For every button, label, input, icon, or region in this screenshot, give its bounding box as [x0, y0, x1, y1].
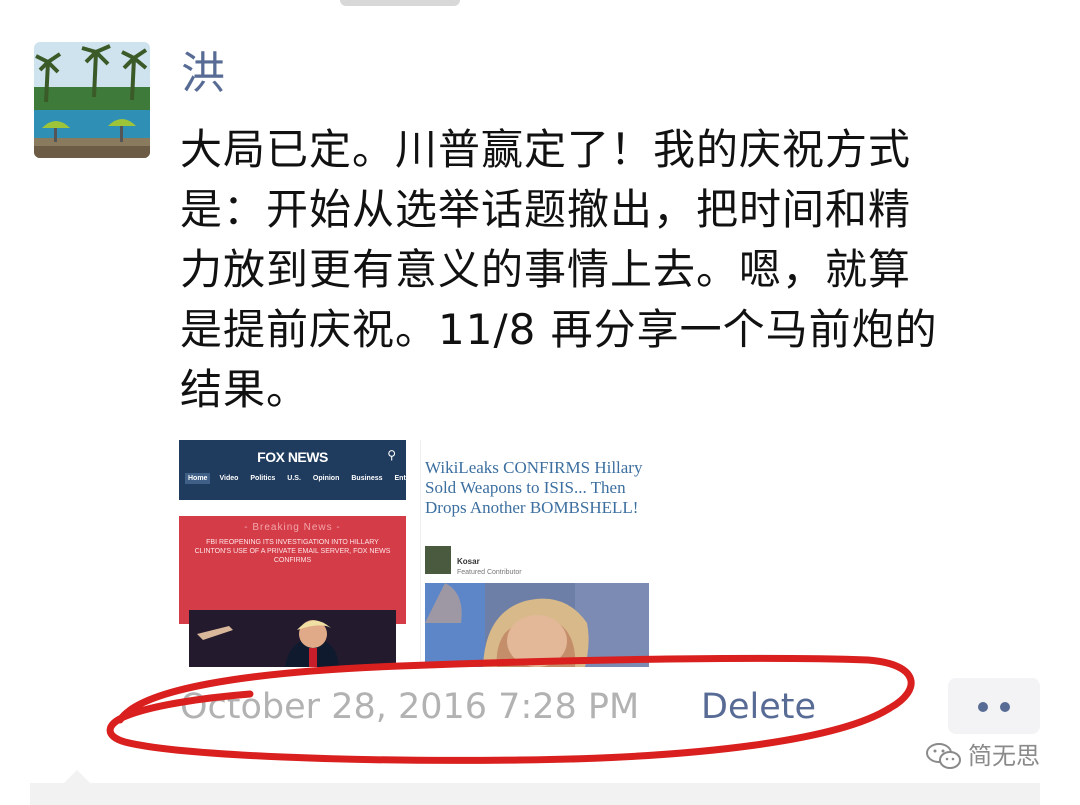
more-options-button[interactable] — [948, 678, 1040, 734]
avatar-image — [34, 42, 150, 158]
fox-logo: FOX NEWS — [257, 449, 328, 465]
fox-news-screenshot[interactable]: FOX NEWS ⚲ Home Video Politics U.S. Opin… — [179, 440, 406, 667]
top-handle — [340, 0, 460, 6]
wiki-author: Kosar — [457, 557, 480, 566]
fox-nav-item: Opinion — [312, 475, 340, 482]
comment-area — [30, 783, 1040, 805]
post-text: 大局已定。川普赢定了！我的庆祝方式 是：开始从选举话题撤出，把时间和精 力放到更… — [180, 120, 1040, 420]
wiki-headline: WikiLeaks CONFIRMS Hillary Sold Weapons … — [425, 458, 643, 517]
more-dot-icon — [978, 702, 988, 712]
fox-nav-item: Home — [185, 473, 211, 484]
wiki-author-role: Featured Contributor — [457, 569, 522, 576]
wiki-photo — [425, 583, 649, 667]
watermark-text: 简无思 — [968, 742, 1040, 770]
post-text-line: 结果。 — [180, 365, 310, 414]
wechat-icon — [926, 743, 961, 769]
fox-nav-item: Entert — [394, 475, 407, 482]
watermark: 简无思 — [924, 741, 1040, 771]
post-text-line: 是：开始从选举话题撤出，把时间和精 — [180, 185, 912, 234]
fox-nav: Home Video Politics U.S. Opinion Busines… — [185, 473, 406, 484]
wikileaks-article-screenshot[interactable]: WikiLeaks CONFIRMS Hillary Sold Weapons … — [420, 440, 649, 667]
post-username[interactable]: 洪 — [181, 44, 225, 104]
avatar[interactable] — [34, 42, 150, 158]
fox-breaking-body: FBI REOPENING ITS INVESTIGATION INTO HIL… — [194, 539, 391, 564]
post-text-line: 大局已定。川普赢定了！我的庆祝方式 — [180, 125, 912, 174]
post-text-line: 是提前庆祝。11/8 再分享一个马前炮的 — [180, 305, 938, 354]
post-timestamp: October 28, 2016 7:28 PM — [180, 687, 640, 727]
more-dot-icon — [1000, 702, 1010, 712]
fox-nav-item: U.S. — [287, 475, 301, 482]
post-text-line: 力放到更有意义的事情上去。嗯，就算 — [180, 245, 912, 294]
delete-button[interactable]: Delete — [701, 686, 816, 728]
search-icon: ⚲ — [387, 448, 396, 462]
fox-breaking-title: - Breaking News - — [244, 522, 341, 533]
fox-nav-item: Video — [219, 475, 239, 482]
fox-nav-item: Business — [351, 475, 383, 482]
comment-caret — [64, 770, 90, 783]
fox-photo — [189, 610, 396, 667]
fox-nav-item: Politics — [250, 475, 276, 482]
author-avatar — [425, 546, 451, 574]
fox-header: FOX NEWS ⚲ Home Video Politics U.S. Opin… — [179, 440, 406, 500]
fox-breaking-banner: - Breaking News - FBI REOPENING ITS INVE… — [179, 516, 406, 624]
